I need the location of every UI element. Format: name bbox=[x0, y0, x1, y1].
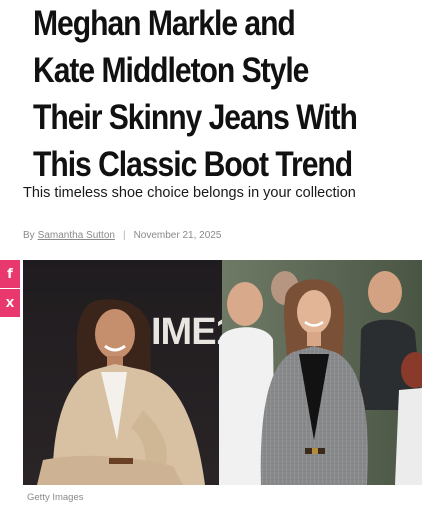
share-rail: f X bbox=[0, 260, 20, 318]
byline: By Samantha Sutton | November 21, 2025 bbox=[23, 230, 221, 241]
publish-date: November 21, 2025 bbox=[133, 230, 222, 241]
byline-separator: | bbox=[122, 230, 126, 241]
author-link[interactable]: Samantha Sutton bbox=[38, 230, 115, 241]
article-dek: This timeless shoe choice belongs in you… bbox=[23, 185, 356, 201]
byline-prefix: By bbox=[23, 230, 35, 241]
headline-line: Their Skinny Jeans With bbox=[33, 98, 358, 137]
facebook-icon: f bbox=[7, 266, 13, 282]
x-icon: X bbox=[5, 296, 15, 310]
headline-line: This Classic Boot Trend bbox=[33, 145, 353, 184]
hero-image: IME10 bbox=[23, 260, 422, 485]
headline-line: Kate Middleton Style bbox=[33, 51, 309, 90]
facebook-share-button[interactable]: f bbox=[0, 260, 20, 289]
right-photo bbox=[219, 260, 422, 485]
headline-line: Meghan Markle and bbox=[33, 4, 296, 43]
article-headline: Meghan Markle and Kate Middleton Style T… bbox=[33, 0, 381, 188]
x-share-button[interactable]: X bbox=[0, 289, 20, 318]
image-credit: Getty Images bbox=[27, 492, 84, 503]
